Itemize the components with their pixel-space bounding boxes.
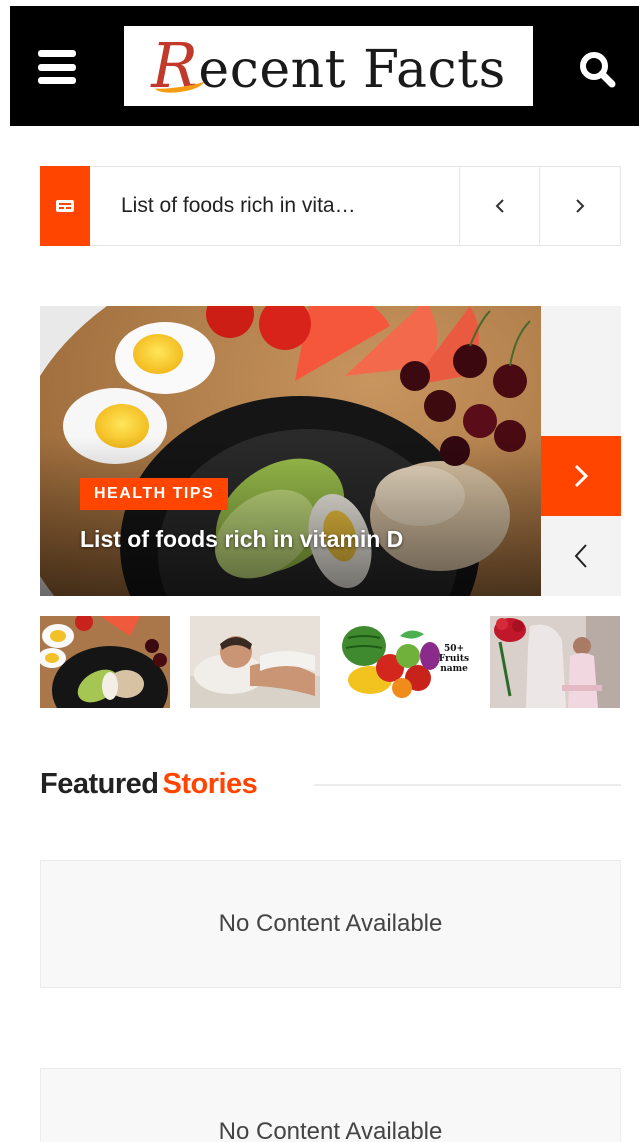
chevron-left-icon <box>495 199 504 213</box>
food-bowl-thumbnail[interactable] <box>40 616 170 708</box>
search-icon[interactable] <box>578 50 618 90</box>
empty-state-text: No Content Available <box>218 910 443 937</box>
site-header: Recent Facts <box>10 6 639 126</box>
site-logo[interactable]: Recent Facts <box>124 26 533 106</box>
empty-state-box: No Content Available <box>40 860 621 988</box>
winter-fashion-thumbnail[interactable] <box>490 616 620 708</box>
section-divider <box>314 784 621 786</box>
logo-text: Recent Facts <box>151 29 506 102</box>
featured-title-word2: Stories <box>162 768 258 800</box>
featured-title-word1: Featured <box>40 768 159 800</box>
ticker-prev-button[interactable] <box>459 167 539 245</box>
sleeping-man-thumbnail[interactable] <box>190 616 320 708</box>
slider-thumbnails: 50+ Fruits name <box>40 616 621 708</box>
newspaper-icon <box>40 166 90 246</box>
featured-slider: HEALTH TIPS List of foods rich in vitami… <box>40 306 621 596</box>
empty-state-text: No Content Available <box>218 1118 443 1142</box>
news-ticker: List of foods rich in vita… <box>40 166 621 246</box>
slide-title[interactable]: List of foods rich in vitamin D <box>80 524 520 554</box>
chevron-left-icon <box>574 544 587 568</box>
empty-state-box: No Content Available <box>40 1068 621 1142</box>
fruits-thumbnail[interactable]: 50+ Fruits name <box>340 616 470 708</box>
featured-section-title: Featured Stories <box>40 768 258 800</box>
ticker-next-button[interactable] <box>539 167 619 245</box>
slider-prev-button[interactable] <box>541 516 621 596</box>
slider-next-button[interactable] <box>541 436 621 516</box>
ticker-headline-link[interactable]: List of foods rich in vita… <box>121 167 421 245</box>
slide-category-badge[interactable]: HEALTH TIPS <box>80 478 229 510</box>
chevron-right-icon <box>574 464 589 488</box>
chevron-right-icon <box>575 199 584 213</box>
fruits-thumbnail-label: 50+ Fruits name <box>438 644 470 674</box>
hamburger-menu-icon[interactable] <box>38 50 76 84</box>
